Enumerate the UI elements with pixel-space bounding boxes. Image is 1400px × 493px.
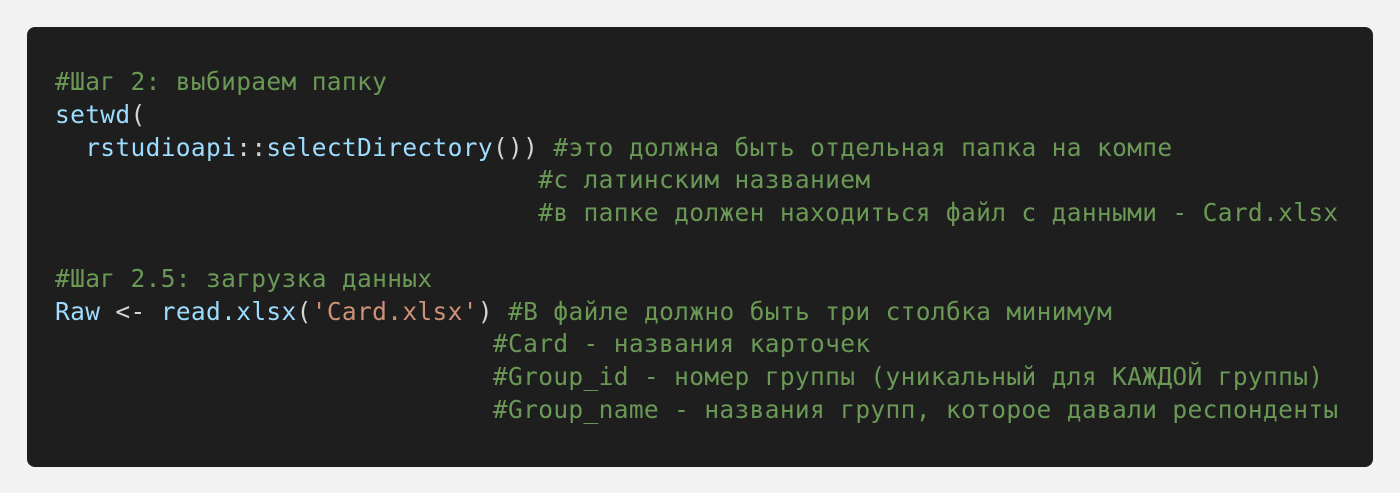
code-line-1: #Шаг 2: выбираем папку <box>55 66 1339 99</box>
code-line-8: Raw <- read.xlsx('Card.xlsx') #В файле д… <box>55 296 1339 329</box>
code-line-3: rstudioapi::selectDirectory()) #это долж… <box>55 132 1339 165</box>
comment-step-2: #Шаг 2: выбираем папку <box>55 67 388 96</box>
code-line-5: #в папке должен находиться файл с данным… <box>55 197 1339 230</box>
code-line-4: #с латинским названием <box>55 164 1339 197</box>
code-line-10: #Group_id - номер группы (уникальный для… <box>55 361 1339 394</box>
code-line-11: #Group_name - названия групп, которое да… <box>55 394 1339 427</box>
variable-raw: Raw <box>55 296 101 326</box>
comment-file-2: #Card - названия карточек <box>492 329 871 359</box>
code-line-2: setwd( <box>55 99 1339 132</box>
paren-close: ) <box>477 296 493 326</box>
comment-file-4: #Group_name - названия групп, которое да… <box>492 394 1339 424</box>
paren-open-2: ( <box>296 296 312 326</box>
function-setwd: setwd <box>55 99 131 129</box>
comment-folder-1: #это должна быть отдельная папка на комп… <box>553 132 1173 162</box>
comment-folder-2: #с латинским названием <box>538 165 871 195</box>
comment-step-2-5: #Шаг 2.5: загрузка данных <box>55 263 433 293</box>
comment-file-3: #Group_id - номер группы (уникальный для… <box>492 362 1324 392</box>
comment-file-1: #В файле должно быть три столбка минимум <box>508 296 1113 326</box>
code-line-9: #Card - названия карточек <box>55 328 1339 361</box>
scope-operator: :: <box>236 132 267 162</box>
string-card-xlsx: 'Card.xlsx' <box>311 296 478 326</box>
call-close: ()) <box>492 132 539 162</box>
function-select-directory: selectDirectory <box>266 132 493 162</box>
comment-folder-3: #в папке должен находиться файл с данным… <box>538 198 1339 228</box>
code-line-7: #Шаг 2.5: загрузка данных <box>55 263 1339 296</box>
paren-open: ( <box>130 99 146 129</box>
namespace-rstudioapi: rstudioapi <box>85 132 237 162</box>
assign-operator: <- <box>100 296 161 326</box>
code-content: #Шаг 2: выбираем папку setwd( rstudioapi:… <box>55 66 1339 427</box>
function-read-xlsx: read.xlsx <box>160 296 297 326</box>
